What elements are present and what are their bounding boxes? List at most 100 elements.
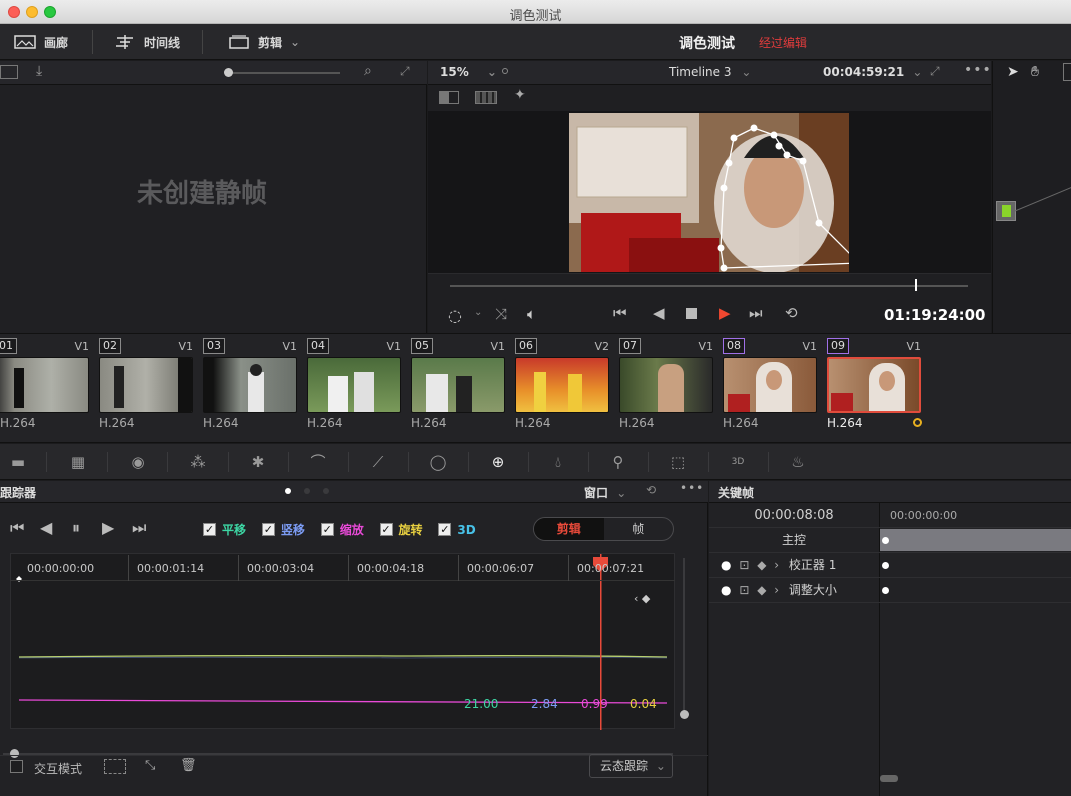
scrubber-handle[interactable]	[915, 279, 917, 291]
clip-thumbnail[interactable]: 05 V1 H.264	[411, 338, 507, 438]
skip-to-start-icon[interactable]: ⏮︎	[613, 304, 627, 322]
curves-icon[interactable]: ⌒	[308, 452, 328, 472]
page-dot[interactable]	[323, 488, 329, 494]
clip-thumbnail[interactable]: 08 V1 H.264	[723, 338, 819, 438]
play-icon[interactable]: ▶	[719, 304, 731, 322]
tracker-ruler[interactable]: 00:00:00:00 00:00:01:14 00:00:03:04 00:0…	[10, 555, 675, 581]
clips-dropdown-button[interactable]: 剪辑 ⌄	[228, 24, 300, 60]
gallery-list-icon[interactable]	[0, 65, 18, 79]
lock-icon[interactable]: ⊡	[739, 558, 749, 572]
stereo-3d-icon[interactable]: 3D	[728, 452, 748, 472]
power-window-icon[interactable]: ◯	[428, 452, 448, 472]
gallery-toggle-button[interactable]: 画廊	[14, 24, 68, 60]
expand-icon[interactable]: ⤢	[400, 64, 410, 79]
zoom-handle[interactable]	[680, 710, 689, 719]
skip-to-end-icon[interactable]: ⏭︎	[749, 304, 763, 322]
clip-thumbnail[interactable]: 02 V1 H.264	[99, 338, 195, 438]
search-icon[interactable]: ⌕	[364, 63, 372, 79]
zoom-dropdown[interactable]: 15% ⌄	[440, 65, 497, 79]
page-dot-active[interactable]	[285, 488, 291, 494]
page-dot[interactable]	[304, 488, 310, 494]
checkbox-rotate[interactable]: ✓	[379, 523, 393, 536]
selection-shape-icon[interactable]: ◌	[448, 306, 462, 325]
motion-effects-icon[interactable]: ✱	[248, 452, 268, 472]
reverse-play-icon[interactable]: ◀	[653, 304, 665, 322]
lock-icon[interactable]: ⊡	[739, 583, 749, 597]
qualifier-icon[interactable]: ⟋	[368, 452, 388, 472]
track-backward-to-start-icon[interactable]: ⏮︎	[10, 518, 24, 538]
rgb-mixer-icon[interactable]: ⁂	[188, 452, 208, 472]
keyframe-marker[interactable]	[882, 537, 889, 544]
checkbox-zoom[interactable]: ✓	[320, 523, 334, 536]
duration-selector[interactable]: 00:04:59:21 ⌄	[823, 65, 922, 79]
master-keyframe-track[interactable]	[880, 529, 1071, 551]
chevron-down-icon[interactable]: ⌄	[474, 307, 482, 318]
more-options-icon[interactable]: •••	[680, 481, 704, 495]
timeline-toggle-button[interactable]: 时间线	[114, 24, 180, 60]
color-match-icon[interactable]: ▦	[68, 452, 88, 472]
fullscreen-icon[interactable]: ⤢	[930, 64, 940, 79]
keyframe-marker[interactable]	[882, 562, 889, 569]
keyframes-corrector-row[interactable]: ● ⊡ ◆ › 校正器 1	[709, 553, 1071, 578]
tracker-icon[interactable]: ⊕	[488, 452, 508, 472]
keyframe-marker[interactable]	[882, 587, 889, 594]
split-view-icon[interactable]	[439, 91, 459, 104]
keyframes-scroll-handle[interactable]	[880, 775, 898, 782]
checkbox-3d[interactable]: ✓	[438, 523, 452, 536]
volume-icon[interactable]: 🔈︎	[527, 305, 536, 323]
checkbox-pan[interactable]: ✓	[203, 523, 216, 536]
clip-thumbnail[interactable]: 07 V1 H.264	[619, 338, 715, 438]
mode-clip-button[interactable]: 剪辑	[534, 518, 604, 540]
graph-zoom-scroll[interactable]	[683, 558, 685, 718]
sizing-icon[interactable]: ⬚	[668, 452, 688, 472]
tracking-mode-dropdown[interactable]: 云态跟踪 ⌄	[589, 754, 673, 778]
slider-handle[interactable]	[224, 68, 233, 77]
checkbox-tilt[interactable]: ✓	[261, 523, 275, 536]
video-viewer[interactable]	[428, 111, 991, 273]
pointer-icon[interactable]: ➤	[1007, 64, 1019, 80]
key-icon[interactable]: ⚲	[608, 452, 628, 472]
camera-raw-icon[interactable]: ▬	[8, 452, 28, 472]
more-options-icon[interactable]: •••	[964, 62, 992, 78]
color-wheels-icon[interactable]: ◉	[128, 452, 148, 472]
fx-icon[interactable]: ♨	[788, 452, 808, 472]
loop-icon[interactable]: ⟲	[785, 304, 798, 322]
node-box[interactable]	[996, 201, 1016, 221]
magic-wand-icon[interactable]: ✦	[514, 87, 526, 103]
track-forward-icon[interactable]: ▶	[102, 518, 114, 537]
diamond-icon[interactable]: ◆	[757, 558, 766, 572]
keyframes-master-row[interactable]: 主控	[709, 528, 1071, 553]
insert-feature-points-icon[interactable]	[104, 759, 126, 774]
keyframes-sizing-row[interactable]: ● ⊡ ◆ › 调整大小	[709, 578, 1071, 603]
clip-thumbnail[interactable]: 04 V1 H.264	[307, 338, 403, 438]
expand-arrow-icon[interactable]: ›	[774, 583, 779, 597]
shuffle-icon[interactable]: ⤨	[495, 305, 507, 323]
track-forward-to-end-icon[interactable]: ⏭︎	[132, 518, 146, 538]
keyframe-dot-icon[interactable]: ●	[721, 583, 731, 597]
stop-icon[interactable]	[686, 308, 697, 319]
keyframe-nav-icon[interactable]: ‹ ◆	[634, 592, 650, 605]
expand-arrow-icon[interactable]: ›	[774, 558, 779, 572]
mode-frame-button[interactable]: 帧	[604, 518, 674, 540]
clip-thumbnail[interactable]: 03 V1 H.264	[203, 338, 299, 438]
clip-thumbnail[interactable]: 06 V2 H.264	[515, 338, 611, 438]
pause-icon[interactable]: ⏸︎	[72, 518, 80, 538]
clip-thumbnail-selected[interactable]: 09 V1 H.264	[827, 338, 923, 438]
keyframe-dot-icon[interactable]: ●	[721, 558, 731, 572]
download-icon[interactable]: ⤓	[36, 63, 42, 79]
track-reverse-icon[interactable]: ◀	[40, 518, 52, 537]
diamond-icon[interactable]: ◆	[757, 583, 766, 597]
grid-view-icon[interactable]	[475, 91, 497, 104]
gallery-zoom-slider[interactable]	[228, 72, 340, 74]
interactive-mode-checkbox[interactable]	[10, 760, 23, 773]
hand-icon[interactable]: ✋︎	[1031, 64, 1039, 80]
node-panel-icon[interactable]	[1063, 63, 1071, 81]
reset-icon[interactable]: ⟲	[646, 483, 656, 497]
clip-thumbnail[interactable]: 01 V1 H.264	[0, 338, 91, 438]
delete-points-icon[interactable]: 🗑︎	[180, 758, 197, 773]
timeline-selector[interactable]: Timeline 3 ⌄	[669, 65, 751, 79]
viewer-scrubber[interactable]	[450, 285, 968, 287]
blur-icon[interactable]: 💧︎	[548, 452, 568, 472]
window-dropdown[interactable]: 窗口 ⌄	[584, 484, 626, 501]
add-points-icon[interactable]: ⤡	[145, 758, 155, 773]
